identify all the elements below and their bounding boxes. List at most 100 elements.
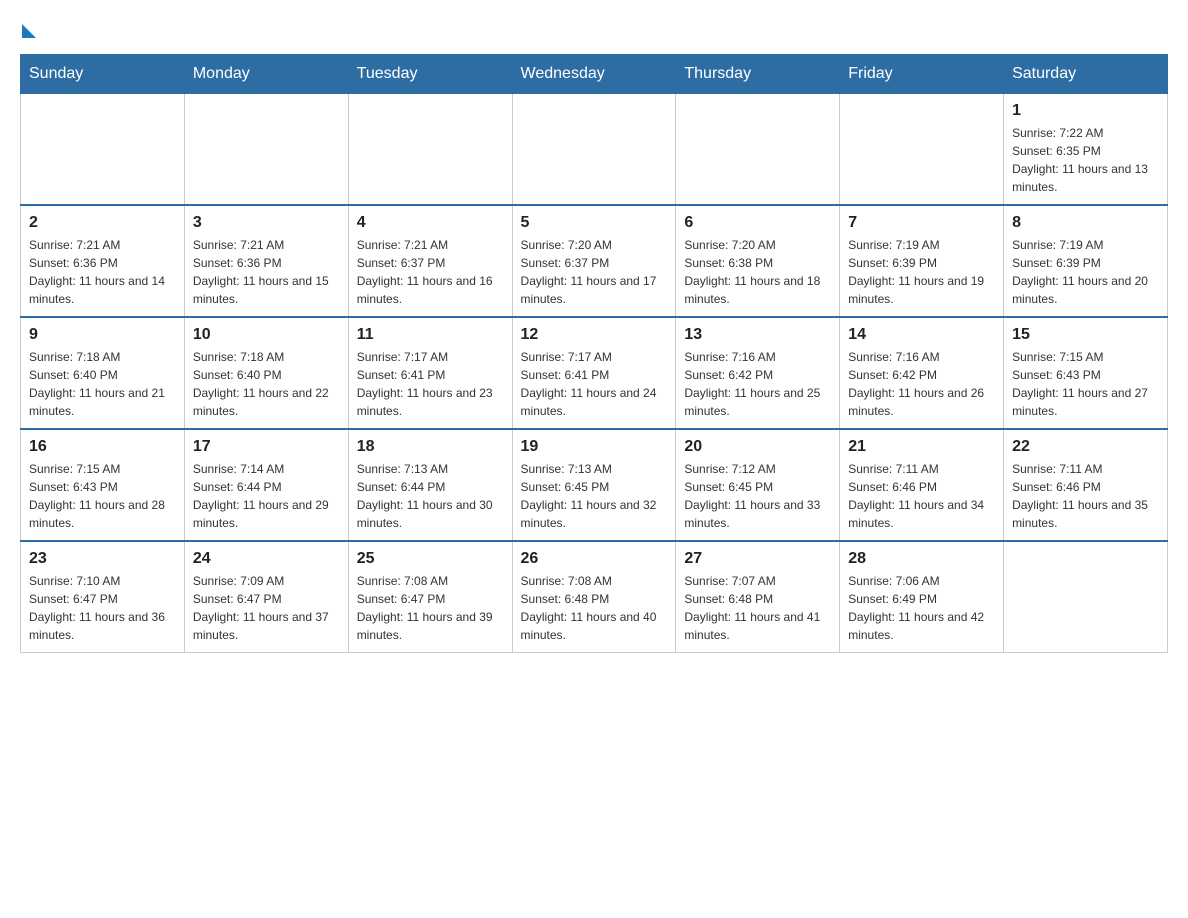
day-info: Sunrise: 7:10 AMSunset: 6:47 PMDaylight:… [29, 572, 176, 644]
calendar-cell: 21 Sunrise: 7:11 AMSunset: 6:46 PMDayligh… [840, 429, 1004, 541]
day-number: 9 [29, 326, 176, 344]
calendar-cell: 28Sunrise: 7:06 AMSunset: 6:49 PMDayligh… [840, 541, 1004, 653]
calendar-cell: 18 Sunrise: 7:13 AMSunset: 6:44 PMDayligh… [348, 429, 512, 541]
week-row-1: 1 Sunrise: 7:22 AMSunset: 6:35 PMDaylight… [21, 94, 1168, 206]
calendar-cell: 17 Sunrise: 7:14 AMSunset: 6:44 PMDayligh… [184, 429, 348, 541]
calendar-cell [676, 94, 840, 206]
day-number: 3 [193, 214, 340, 232]
calendar-cell: 20 Sunrise: 7:12 AMSunset: 6:45 PMDayligh… [676, 429, 840, 541]
calendar-cell: 3 Sunrise: 7:21 AMSunset: 6:36 PMDaylight… [184, 205, 348, 317]
calendar-cell: 15 Sunrise: 7:15 AMSunset: 6:43 PMDayligh… [1004, 317, 1168, 429]
day-info: Sunrise: 7:11 AMSunset: 6:46 PMDaylight:… [848, 460, 995, 532]
week-row-4: 16 Sunrise: 7:15 AMSunset: 6:43 PMDayligh… [21, 429, 1168, 541]
day-number: 26 [521, 550, 668, 568]
day-info: Sunrise: 7:12 AMSunset: 6:45 PMDaylight:… [684, 460, 831, 532]
day-number: 25 [357, 550, 504, 568]
page-header [20, 20, 1168, 38]
day-info: Sunrise: 7:22 AMSunset: 6:35 PMDaylight:… [1012, 124, 1159, 196]
calendar-cell: 27 Sunrise: 7:07 AMSunset: 6:48 PMDayligh… [676, 541, 840, 653]
calendar-cell: 7 Sunrise: 7:19 AMSunset: 6:39 PMDaylight… [840, 205, 1004, 317]
day-info: Sunrise: 7:17 AMSunset: 6:41 PMDaylight:… [357, 348, 504, 420]
logo [20, 20, 36, 38]
day-number: 23 [29, 550, 176, 568]
day-number: 6 [684, 214, 831, 232]
calendar-cell: 26 Sunrise: 7:08 AMSunset: 6:48 PMDayligh… [512, 541, 676, 653]
week-row-2: 2 Sunrise: 7:21 AMSunset: 6:36 PMDaylight… [21, 205, 1168, 317]
calendar-cell: 10Sunrise: 7:18 AMSunset: 6:40 PMDayligh… [184, 317, 348, 429]
day-number: 27 [684, 550, 831, 568]
day-number: 10 [193, 326, 340, 344]
day-number: 8 [1012, 214, 1159, 232]
day-info: Sunrise: 7:09 AMSunset: 6:47 PMDaylight:… [193, 572, 340, 644]
day-number: 18 [357, 438, 504, 456]
day-number: 24 [193, 550, 340, 568]
calendar-cell: 4 Sunrise: 7:21 AMSunset: 6:37 PMDaylight… [348, 205, 512, 317]
day-info: Sunrise: 7:08 AMSunset: 6:48 PMDaylight:… [521, 572, 668, 644]
calendar-cell: 9 Sunrise: 7:18 AMSunset: 6:40 PMDaylight… [21, 317, 185, 429]
day-number: 12 [521, 326, 668, 344]
day-info: Sunrise: 7:15 AMSunset: 6:43 PMDaylight:… [1012, 348, 1159, 420]
calendar-cell: 13Sunrise: 7:16 AMSunset: 6:42 PMDayligh… [676, 317, 840, 429]
day-number: 5 [521, 214, 668, 232]
day-info: Sunrise: 7:13 AMSunset: 6:44 PMDaylight:… [357, 460, 504, 532]
day-number: 1 [1012, 102, 1159, 120]
day-number: 22 [1012, 438, 1159, 456]
calendar-cell: 25 Sunrise: 7:08 AMSunset: 6:47 PMDayligh… [348, 541, 512, 653]
day-of-week-saturday: Saturday [1004, 55, 1168, 94]
calendar-cell: 14Sunrise: 7:16 AMSunset: 6:42 PMDayligh… [840, 317, 1004, 429]
calendar-cell [512, 94, 676, 206]
calendar-cell [840, 94, 1004, 206]
calendar-cell [1004, 541, 1168, 653]
calendar-cell: 6Sunrise: 7:20 AMSunset: 6:38 PMDaylight… [676, 205, 840, 317]
day-info: Sunrise: 7:21 AMSunset: 6:36 PMDaylight:… [29, 236, 176, 308]
day-info: Sunrise: 7:18 AMSunset: 6:40 PMDaylight:… [29, 348, 176, 420]
calendar-cell [184, 94, 348, 206]
day-number: 2 [29, 214, 176, 232]
day-info: Sunrise: 7:08 AMSunset: 6:47 PMDaylight:… [357, 572, 504, 644]
calendar-header-row: SundayMondayTuesdayWednesdayThursdayFrid… [21, 55, 1168, 94]
day-info: Sunrise: 7:17 AMSunset: 6:41 PMDaylight:… [521, 348, 668, 420]
calendar-cell: 19 Sunrise: 7:13 AMSunset: 6:45 PMDayligh… [512, 429, 676, 541]
day-number: 16 [29, 438, 176, 456]
day-info: Sunrise: 7:15 AMSunset: 6:43 PMDaylight:… [29, 460, 176, 532]
day-number: 15 [1012, 326, 1159, 344]
day-number: 19 [521, 438, 668, 456]
day-of-week-tuesday: Tuesday [348, 55, 512, 94]
calendar-cell: 1 Sunrise: 7:22 AMSunset: 6:35 PMDaylight… [1004, 94, 1168, 206]
day-of-week-wednesday: Wednesday [512, 55, 676, 94]
day-info: Sunrise: 7:19 AMSunset: 6:39 PMDaylight:… [1012, 236, 1159, 308]
calendar-cell: 23 Sunrise: 7:10 AMSunset: 6:47 PMDayligh… [21, 541, 185, 653]
day-of-week-thursday: Thursday [676, 55, 840, 94]
day-info: Sunrise: 7:21 AMSunset: 6:37 PMDaylight:… [357, 236, 504, 308]
calendar-table: SundayMondayTuesdayWednesdayThursdayFrid… [20, 54, 1168, 653]
day-number: 4 [357, 214, 504, 232]
day-info: Sunrise: 7:11 AMSunset: 6:46 PMDaylight:… [1012, 460, 1159, 532]
day-of-week-friday: Friday [840, 55, 1004, 94]
day-number: 14 [848, 326, 995, 344]
day-info: Sunrise: 7:21 AMSunset: 6:36 PMDaylight:… [193, 236, 340, 308]
day-of-week-sunday: Sunday [21, 55, 185, 94]
week-row-5: 23 Sunrise: 7:10 AMSunset: 6:47 PMDayligh… [21, 541, 1168, 653]
day-info: Sunrise: 7:13 AMSunset: 6:45 PMDaylight:… [521, 460, 668, 532]
day-info: Sunrise: 7:07 AMSunset: 6:48 PMDaylight:… [684, 572, 831, 644]
calendar-cell: 24 Sunrise: 7:09 AMSunset: 6:47 PMDayligh… [184, 541, 348, 653]
day-number: 11 [357, 326, 504, 344]
day-info: Sunrise: 7:20 AMSunset: 6:37 PMDaylight:… [521, 236, 668, 308]
calendar-cell [348, 94, 512, 206]
day-info: Sunrise: 7:14 AMSunset: 6:44 PMDaylight:… [193, 460, 340, 532]
day-number: 17 [193, 438, 340, 456]
calendar-cell: 11 Sunrise: 7:17 AMSunset: 6:41 PMDayligh… [348, 317, 512, 429]
calendar-cell: 12 Sunrise: 7:17 AMSunset: 6:41 PMDayligh… [512, 317, 676, 429]
day-number: 20 [684, 438, 831, 456]
day-info: Sunrise: 7:16 AMSunset: 6:42 PMDaylight:… [684, 348, 831, 420]
day-of-week-monday: Monday [184, 55, 348, 94]
day-info: Sunrise: 7:19 AMSunset: 6:39 PMDaylight:… [848, 236, 995, 308]
calendar-cell: 5 Sunrise: 7:20 AMSunset: 6:37 PMDaylight… [512, 205, 676, 317]
day-number: 28 [848, 550, 995, 568]
calendar-cell: 2 Sunrise: 7:21 AMSunset: 6:36 PMDaylight… [21, 205, 185, 317]
day-number: 21 [848, 438, 995, 456]
day-number: 7 [848, 214, 995, 232]
logo-arrow-icon [22, 24, 36, 38]
calendar-cell [21, 94, 185, 206]
calendar-cell: 8 Sunrise: 7:19 AMSunset: 6:39 PMDaylight… [1004, 205, 1168, 317]
